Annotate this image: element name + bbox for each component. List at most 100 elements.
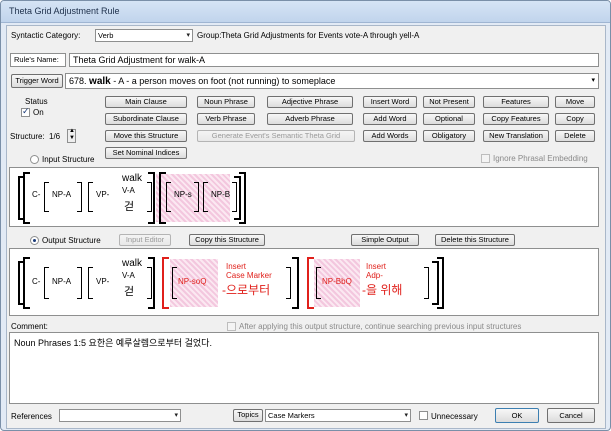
out-clause-bracket-close-inner: [148, 257, 155, 309]
input-editor-button[interactable]: Input Editor: [119, 234, 171, 246]
input-structure-pane[interactable]: C- NP-A VP- walk V-A 걷 NP-s NP-B: [9, 167, 599, 227]
dialog-client: Syntactic Category: Verb ▾ Group: Theta …: [6, 25, 606, 429]
verb-phrase-button[interactable]: Verb Phrase: [197, 113, 255, 125]
noun-phrase-button[interactable]: Noun Phrase: [197, 96, 255, 108]
add-words-button[interactable]: Add Words: [363, 130, 417, 142]
spin-up-icon[interactable]: ▲: [69, 128, 75, 134]
np-s-outer-open: [159, 172, 166, 224]
continue-searching-checkbox[interactable]: [227, 322, 236, 331]
topics-value: Case Markers: [268, 411, 315, 420]
np-s-bracket-open: [166, 182, 171, 212]
np-s-bracket-close: [194, 182, 199, 212]
window-title: Theta Grid Adjustment Rule: [9, 6, 120, 16]
not-present-button[interactable]: Not Present: [423, 96, 475, 108]
input-verb-korean: 걷: [124, 201, 135, 213]
references-label: References: [11, 412, 52, 421]
move-structure-button[interactable]: Move this Structure: [105, 130, 187, 142]
unnecessary-checkbox[interactable]: [419, 411, 428, 420]
clause-bracket-open-outer: [23, 172, 30, 224]
spin-down-icon[interactable]: ▼: [69, 135, 75, 141]
trigger-number: 678.: [69, 76, 87, 86]
input-np-s: NP-s: [174, 190, 192, 199]
topics-select[interactable]: Case Markers ▾: [265, 409, 411, 422]
insert-word-button[interactable]: Insert Word: [363, 96, 417, 108]
np-bbq-bracket-open: [316, 267, 321, 299]
title-bar[interactable]: Theta Grid Adjustment Rule: [1, 1, 610, 23]
np-a-bracket-open: [44, 182, 49, 212]
np-soq-bracket-close: [286, 267, 291, 299]
np-soq-outer-open: [162, 257, 169, 309]
copy-features-button[interactable]: Copy Features: [483, 113, 549, 125]
output-structure-pane[interactable]: C- NP-A VP- walk V-A 걷 NP-soQ Insert Cas…: [9, 248, 599, 316]
chevron-down-icon: ▾: [404, 412, 408, 419]
features-button[interactable]: Features: [483, 96, 549, 108]
np-soq-bracket-open: [172, 267, 177, 299]
comment-label: Comment:: [11, 322, 48, 331]
adjective-phrase-button[interactable]: Adjective Phrase: [267, 96, 353, 108]
rule-name-label: Rule's Name:: [10, 53, 66, 67]
group-value: Theta Grid Adjustments for Events vote-A…: [221, 31, 420, 40]
simple-output-button[interactable]: Simple Output: [351, 234, 419, 246]
ignore-phrasal-embedding-checkbox[interactable]: [481, 154, 490, 163]
optional-button[interactable]: Optional: [423, 113, 475, 125]
vp-bracket-open: [88, 182, 93, 212]
category-select[interactable]: Verb ▾: [95, 29, 193, 42]
set-nominal-indices-button[interactable]: Set Nominal Indices: [105, 147, 187, 159]
references-select[interactable]: ▾: [59, 409, 181, 422]
input-structure-radio[interactable]: [30, 155, 39, 164]
generate-theta-grid-button[interactable]: Generate Event's Semantic Theta Grid: [197, 130, 355, 142]
input-verb-sense: V-A: [122, 186, 135, 195]
output-verb-sense: V-A: [122, 271, 135, 280]
move-button[interactable]: Move: [555, 96, 595, 108]
input-c-label: C-: [32, 190, 41, 199]
rule-name-input[interactable]: Theta Grid Adjustment for walk-A: [69, 53, 599, 67]
main-clause-button[interactable]: Main Clause: [105, 96, 187, 108]
delete-button[interactable]: Delete: [555, 130, 595, 142]
add-word-button[interactable]: Add Word: [363, 113, 417, 125]
ok-button[interactable]: OK: [495, 408, 539, 423]
out-clause-bracket-open-outer: [23, 257, 30, 309]
output-c-label: C-: [32, 277, 41, 286]
status-on-checkbox[interactable]: [21, 106, 30, 117]
chevron-down-icon: ▾: [186, 32, 190, 39]
trigger-description: - A - a person moves on foot (not runnin…: [113, 76, 336, 86]
comment-textarea[interactable]: Noun Phrases 1:5 요한은 예루살렘으로부터 걸었다.: [9, 332, 599, 404]
structure-spinner[interactable]: ▲ ▼: [67, 128, 76, 143]
chevron-down-icon: ▾: [591, 77, 595, 84]
category-value: Verb: [98, 31, 114, 40]
subordinate-clause-button[interactable]: Subordinate Clause: [105, 113, 187, 125]
topics-button[interactable]: Topics: [233, 409, 263, 422]
output-verb-korean: 걷: [124, 286, 135, 298]
delete-this-structure-button[interactable]: Delete this Structure: [435, 234, 515, 246]
chevron-down-icon: ▾: [174, 412, 178, 419]
trigger-word: walk: [89, 76, 111, 87]
copy-this-structure-button[interactable]: Copy this Structure: [189, 234, 265, 246]
input-vp: VP-: [96, 190, 110, 199]
output-vp: VP-: [96, 277, 110, 286]
input-np-a: NP-A: [52, 190, 72, 199]
output-np-bbq: NP-BbQ: [322, 277, 352, 286]
np-bbq-outer-open: [307, 257, 314, 309]
output-structure-label: Output Structure: [42, 236, 101, 245]
structure-value: 1/6: [49, 132, 61, 141]
output-structure-radio[interactable]: [30, 236, 39, 245]
input-verb-word: walk: [122, 173, 143, 184]
category-label: Syntactic Category:: [11, 31, 81, 40]
obligatory-button[interactable]: Obligatory: [423, 130, 475, 142]
dialog-window: Theta Grid Adjustment Rule Syntactic Cat…: [0, 0, 611, 431]
status-label: Status: [25, 97, 48, 106]
insert2-name: Adp-: [366, 271, 383, 280]
ignore-phrasal-embedding-label: Ignore Phrasal Embedding: [493, 154, 588, 163]
new-translation-button[interactable]: New Translation: [483, 130, 549, 142]
copy-button[interactable]: Copy: [555, 113, 595, 125]
adverb-phrase-button[interactable]: Adverb Phrase: [267, 113, 353, 125]
output-verb-word: walk: [122, 258, 143, 269]
input-structure-label: Input Structure: [42, 155, 95, 164]
np-soq-outer-close: [292, 257, 299, 309]
trigger-word-button[interactable]: Trigger Word: [11, 74, 63, 88]
insert1-korean: -으로부터: [222, 283, 271, 297]
cancel-button[interactable]: Cancel: [547, 408, 595, 423]
out-np-a-bracket-close: [77, 267, 82, 299]
trigger-word-select[interactable]: 678. walk - A - a person moves on foot (…: [65, 73, 599, 89]
structure-label: Structure:: [10, 132, 45, 141]
